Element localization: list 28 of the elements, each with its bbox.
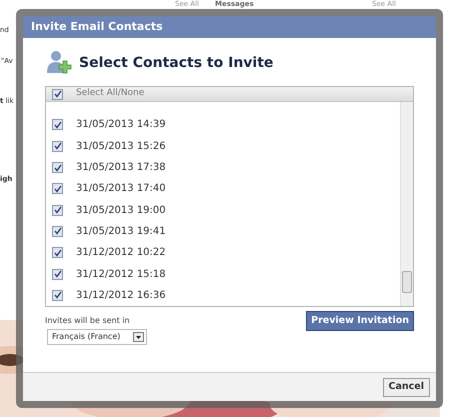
contact-label: 31/05/2013 17:40 bbox=[76, 182, 166, 196]
checkbox[interactable] bbox=[52, 162, 63, 174]
cancel-button[interactable]: Cancel bbox=[382, 378, 430, 396]
checkbox[interactable] bbox=[52, 226, 63, 237]
contact-label: 31/05/2013 19:41 bbox=[76, 224, 166, 239]
checkbox[interactable] bbox=[52, 88, 63, 100]
checkbox[interactable] bbox=[52, 204, 63, 216]
contact-label: 31/05/2013 19:00 bbox=[76, 204, 166, 218]
checkbox[interactable] bbox=[52, 268, 63, 280]
contact-label: 31/12/2012 15:18 bbox=[76, 268, 166, 282]
language-select[interactable]: Français (France) bbox=[47, 329, 147, 345]
contact-label: 31/12/2012 16:36 bbox=[76, 288, 166, 303]
contact-label: 31/05/2013 14:39 bbox=[76, 118, 166, 132]
language-label: Invites will be sent in bbox=[45, 315, 131, 327]
checkbox[interactable] bbox=[52, 140, 63, 152]
contact-label: 31/05/2013 15:26 bbox=[76, 140, 166, 154]
scrollbar[interactable] bbox=[400, 102, 413, 306]
checkbox[interactable] bbox=[52, 119, 63, 130]
checkbox[interactable] bbox=[52, 183, 63, 194]
select-all-label[interactable]: Select All/None bbox=[76, 87, 144, 101]
dialog-title: Invite Email Contacts bbox=[23, 16, 436, 38]
checkbox[interactable] bbox=[52, 247, 63, 258]
preview-invitation-button[interactable]: Preview Invitation bbox=[306, 311, 414, 331]
dialog-heading: Select Contacts to Invite bbox=[79, 54, 274, 72]
checkbox[interactable] bbox=[52, 290, 63, 301]
contact-label: 31/05/2013 17:38 bbox=[76, 161, 166, 176]
contact-label: 31/12/2012 10:22 bbox=[76, 246, 166, 260]
caret-icon bbox=[133, 332, 144, 342]
